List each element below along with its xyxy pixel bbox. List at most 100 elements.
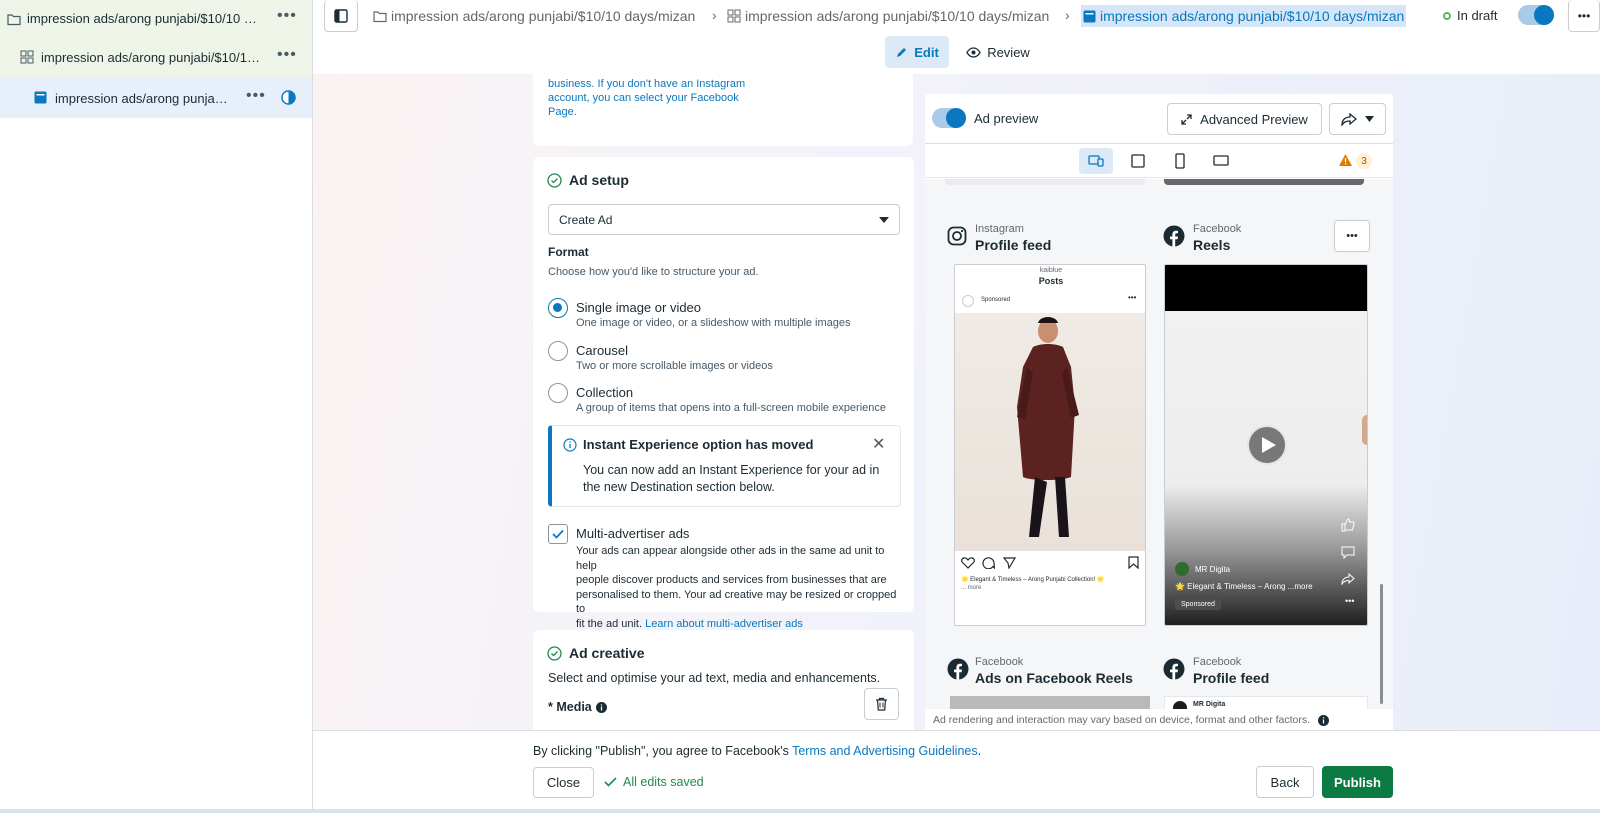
radio-single-image[interactable]: [548, 298, 568, 318]
advanced-preview-button[interactable]: Advanced Preview: [1167, 103, 1322, 135]
draft-toggle[interactable]: [1518, 5, 1554, 25]
more-icon[interactable]: •••: [277, 7, 297, 25]
ig-account: kaiblue: [1039, 267, 1063, 274]
model-figure-illustration: [1017, 317, 1079, 537]
preview-scroll-area[interactable]: Instagram Profile feed Facebook Reels ••…: [925, 179, 1393, 709]
check-circle-icon: [547, 646, 562, 661]
placement-more-button[interactable]: •••: [1334, 220, 1370, 252]
breadcrumb-campaign[interactable]: impression ads/arong punjabi/$10/10 days…: [373, 8, 695, 24]
ad-preview-label: Ad preview: [974, 111, 1039, 126]
edit-label: Edit: [914, 44, 939, 60]
ad-preview-toggle[interactable]: [932, 108, 966, 128]
warning-icon[interactable]: [1338, 153, 1353, 167]
contrast-icon[interactable]: [281, 90, 296, 105]
more-icon: •••: [1128, 293, 1137, 302]
ig-sponsored: Sponsored: [981, 297, 1011, 303]
option-sub: One image or video, or a slideshow with …: [576, 317, 851, 329]
placement-name: Reels: [1193, 237, 1231, 253]
back-button[interactable]: Back: [1256, 766, 1314, 798]
sidebar-item-label: impression ads/arong punjabi/$10/10 ...: [41, 50, 263, 65]
info-icon: [563, 438, 577, 452]
note-line: business. If you don't have an Instagram: [548, 78, 746, 90]
trash-icon: [876, 697, 887, 711]
play-button[interactable]: [1247, 425, 1287, 465]
campaign-tree-sidebar: impression ads/arong punjabi/$10/10 da..…: [0, 0, 313, 813]
identity-card: business. If you don't have an Instagram…: [533, 74, 913, 146]
more-icon[interactable]: •••: [246, 87, 266, 105]
saved-label: All edits saved: [623, 775, 704, 789]
check-circle-icon: [547, 173, 562, 188]
terms-link[interactable]: Terms and Advertising Guidelines: [792, 744, 978, 758]
placement-platform: Facebook: [975, 656, 1024, 668]
close-icon[interactable]: ✕: [872, 434, 885, 454]
reel-video: [1165, 311, 1367, 625]
placement-name: Profile feed: [975, 237, 1052, 253]
radio-collection[interactable]: [548, 383, 568, 403]
delete-media-button[interactable]: [864, 688, 899, 720]
info-icon[interactable]: [595, 701, 607, 713]
more-icon[interactable]: •••: [1345, 596, 1354, 606]
facebook-icon: [1163, 225, 1185, 247]
toggle-sidebar-button[interactable]: [324, 0, 358, 32]
more-icon[interactable]: •••: [277, 46, 297, 64]
review-label: Review: [987, 44, 1030, 60]
desc-line: people discover products and services fr…: [576, 574, 887, 586]
folder-icon: [373, 11, 387, 23]
preview-view-toolbar: 3: [925, 144, 1393, 178]
ad-icon: [1083, 10, 1096, 22]
landscape-view-icon[interactable]: [1213, 155, 1229, 166]
learn-more-link[interactable]: Learn about multi-advertiser ads: [645, 618, 803, 630]
facebook-icon: [947, 658, 969, 680]
creative-help: Select and optimise your ad text, media …: [548, 671, 881, 685]
reel-page-name: MR Digita: [1195, 565, 1231, 574]
sidebar-item-ad[interactable]: impression ads/arong punjabi... •••: [0, 78, 312, 118]
option-sub: A group of items that opens into a full-…: [576, 402, 887, 414]
scrollbar[interactable]: [1380, 584, 1383, 704]
desc-line: personalised to them. Your ad creative m…: [576, 588, 897, 616]
create-ad-dropdown[interactable]: Create Ad: [548, 204, 900, 235]
sidebar-item-campaign[interactable]: impression ads/arong punjabi/$10/10 da..…: [0, 0, 312, 40]
instagram-feed-preview[interactable]: kaiblue Posts Sponsored ••• 🌟 Elegant & …: [954, 264, 1146, 626]
edit-mode-button[interactable]: Edit: [885, 36, 949, 68]
review-mode-button[interactable]: Review: [958, 36, 1038, 68]
pencil-icon: [897, 47, 907, 57]
breadcrumb-ad[interactable]: impression ads/arong punjabi/$10/10 days…: [1081, 5, 1407, 27]
page-avatar: [1175, 562, 1189, 576]
more-menu-button[interactable]: •••: [1568, 0, 1600, 32]
close-button[interactable]: Close: [533, 767, 594, 798]
publish-button[interactable]: Publish: [1322, 766, 1393, 798]
option-title: Carousel: [576, 343, 629, 358]
breadcrumb-adset[interactable]: impression ads/arong punjabi/$10/10 days…: [727, 8, 1049, 24]
instant-experience-notice: Instant Experience option has moved ✕ Yo…: [548, 425, 901, 507]
radio-carousel[interactable]: [548, 341, 568, 361]
info-icon[interactable]: [1318, 714, 1330, 726]
ig-caption: 🌟 Elegant & Timeless – Arong Punjabi Col…: [961, 577, 1105, 583]
all-devices-view-button[interactable]: [1079, 148, 1113, 174]
instagram-note: business. If you don't have an Instagram…: [548, 77, 745, 119]
option-sub: Two or more scrollable images or videos: [576, 360, 773, 372]
placement-name: Ads on Facebook Reels: [975, 670, 1133, 686]
sidebar-item-adset[interactable]: impression ads/arong punjabi/$10/10 ... …: [0, 38, 312, 78]
placement-platform: Facebook: [1193, 223, 1242, 235]
multi-advertiser-checkbox[interactable]: [548, 524, 568, 544]
desc-line: fit the ad unit.: [576, 617, 643, 630]
play-icon: [1262, 437, 1276, 453]
folder-icon: [7, 14, 21, 26]
ad-creative-card: Ad creative Select and optimise your ad …: [533, 630, 914, 730]
placement-platform: Instagram: [975, 223, 1024, 235]
disclaimer-text: Ad rendering and interaction may vary ba…: [933, 714, 1311, 726]
share-preview-button[interactable]: [1329, 103, 1386, 135]
media-label: * Media: [548, 700, 607, 714]
share-icon: [1341, 112, 1357, 126]
note-line: Page.: [548, 106, 577, 118]
placement-name: Profile feed: [1193, 670, 1270, 686]
grid-icon: [20, 50, 34, 64]
facebook-reels-preview[interactable]: MR Digita 🌟 Elegant & Timeless – Arong .…: [1164, 264, 1368, 626]
preview-disclaimer: Ad rendering and interaction may vary ba…: [933, 714, 1330, 726]
grid-icon: [727, 9, 741, 23]
vertical-view-icon[interactable]: [1175, 153, 1185, 169]
ig-more: ... more: [961, 585, 982, 591]
square-view-icon[interactable]: [1131, 154, 1145, 168]
ad-icon: [34, 91, 47, 104]
caret-down-icon: [879, 217, 889, 223]
